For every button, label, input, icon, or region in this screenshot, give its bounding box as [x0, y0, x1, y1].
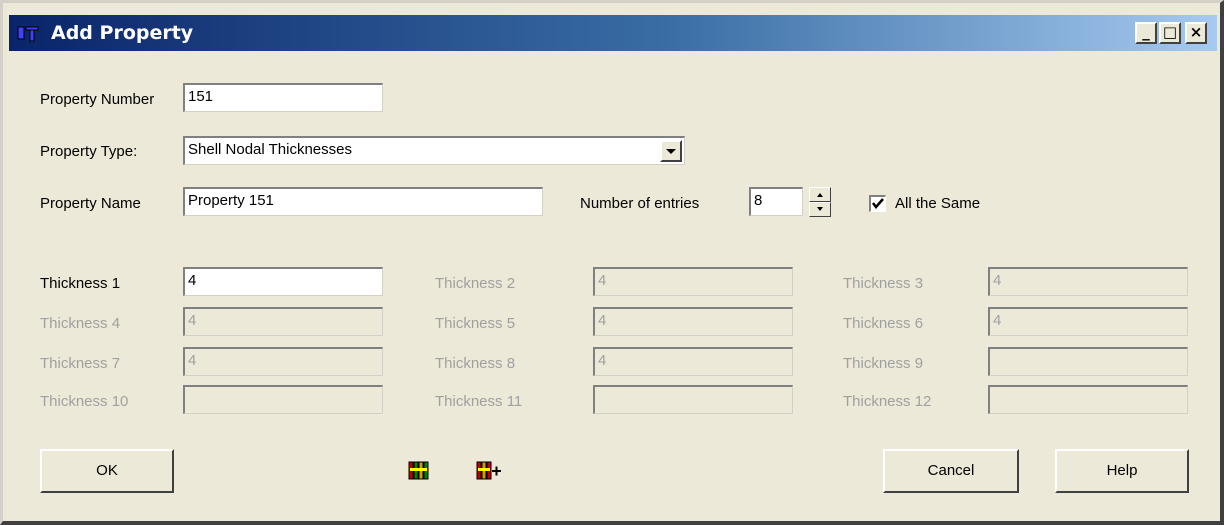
number-of-entries-input[interactable]: 8	[749, 187, 803, 216]
thickness-3-input: 4	[988, 267, 1188, 296]
thickness-10-input	[183, 385, 383, 414]
thickness-6-input: 4	[988, 307, 1188, 336]
number-of-entries-label: Number of entries	[580, 195, 700, 212]
all-the-same-checkbox[interactable]	[869, 195, 886, 212]
window-title: Add Property	[51, 22, 194, 44]
thickness-6-label: Thickness 6	[843, 315, 924, 332]
thickness-10-label: Thickness 10	[40, 393, 129, 410]
thickness-12-label: Thickness 12	[843, 393, 932, 410]
spin-down-button[interactable]	[809, 202, 831, 217]
thickness-2-input: 4	[593, 267, 793, 296]
thickness-3-label: Thickness 3	[843, 275, 924, 292]
thickness-8-label: Thickness 8	[435, 355, 516, 372]
property-type-value: Shell Nodal Thicknesses	[188, 141, 352, 158]
thickness-7-input: 4	[183, 347, 383, 376]
spin-down-icon	[817, 207, 823, 211]
thickness-4-label: Thickness 4	[40, 315, 121, 332]
thickness-5-label: Thickness 5	[435, 315, 516, 332]
property-type-label: Property Type:	[40, 143, 138, 160]
thickness-7-label: Thickness 7	[40, 355, 121, 372]
close-button[interactable]: ×	[1185, 22, 1207, 44]
property-name-input[interactable]: Property 151	[183, 187, 543, 216]
all-the-same-label: All the Same	[895, 195, 981, 212]
app-icon	[17, 26, 39, 42]
thickness-9-input	[988, 347, 1188, 376]
thickness-11-label: Thickness 11	[435, 393, 523, 410]
property-name-label: Property Name	[40, 195, 141, 212]
cancel-button[interactable]: Cancel	[883, 449, 1019, 493]
checkmark-icon	[872, 198, 884, 209]
minimize-button[interactable]: _	[1135, 22, 1157, 44]
thickness-5-input: 4	[593, 307, 793, 336]
spin-up-button[interactable]	[809, 187, 831, 202]
property-type-select[interactable]: Shell Nodal Thicknesses	[183, 136, 685, 165]
thickness-4-input: 4	[183, 307, 383, 336]
library-icon[interactable]	[408, 460, 430, 482]
ok-button[interactable]: OK	[40, 449, 174, 493]
spin-up-icon	[817, 193, 823, 197]
property-number-label: Property Number	[40, 91, 155, 108]
property-number-input[interactable]: 151	[183, 83, 383, 112]
thickness-2-label: Thickness 2	[435, 275, 516, 292]
library-add-icon[interactable]	[476, 460, 502, 482]
thickness-12-input	[988, 385, 1188, 414]
add-property-dialog: Add Property _ □ × Property Number 151 P…	[0, 0, 1224, 525]
help-button[interactable]: Help	[1055, 449, 1189, 493]
maximize-button[interactable]: □	[1159, 22, 1181, 44]
title-bar[interactable]: Add Property _ □ ×	[9, 15, 1217, 51]
thickness-1-input[interactable]: 4	[183, 267, 383, 296]
thickness-11-input	[593, 385, 793, 414]
thickness-9-label: Thickness 9	[843, 355, 924, 372]
thickness-1-label: Thickness 1	[40, 275, 121, 292]
dropdown-arrow-icon[interactable]	[660, 140, 682, 162]
thickness-8-input: 4	[593, 347, 793, 376]
